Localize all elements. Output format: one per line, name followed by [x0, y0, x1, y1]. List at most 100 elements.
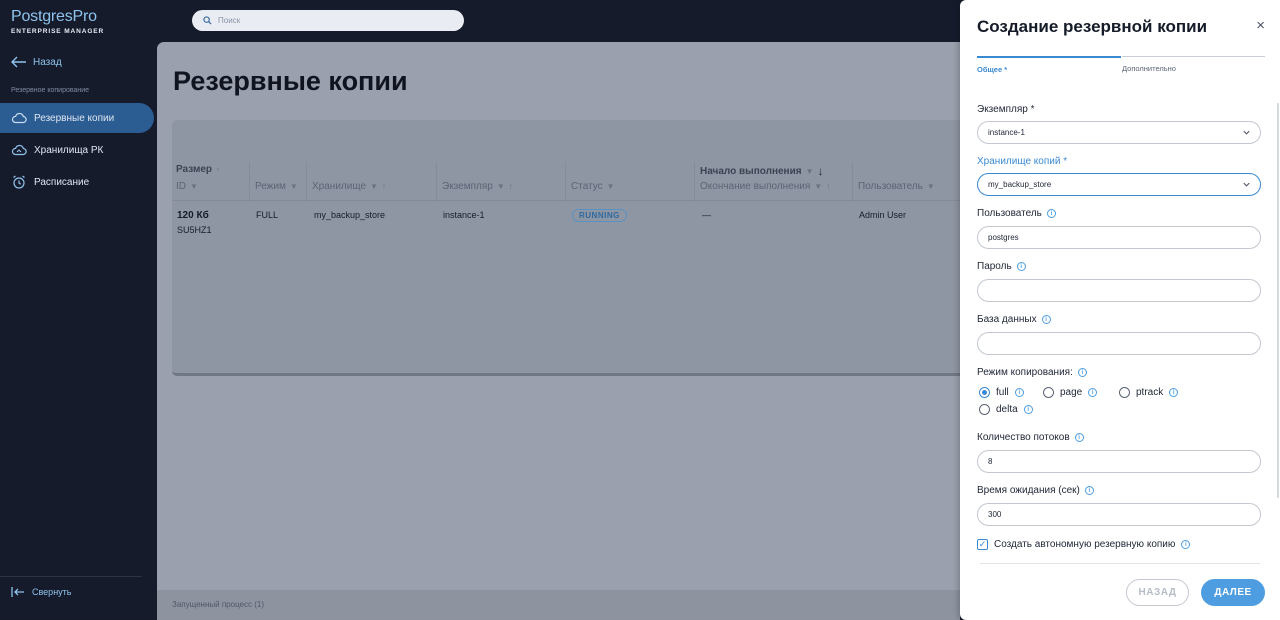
- info-icon[interactable]: i: [1084, 486, 1094, 495]
- sort-up-icon[interactable]: ↑: [826, 182, 830, 191]
- cell-end: —: [702, 210, 711, 220]
- column-divider: [436, 162, 437, 202]
- tab-advanced[interactable]: Дополнительно: [1122, 56, 1265, 74]
- radio-full[interactable]: full i: [979, 387, 1024, 398]
- running-process-bar[interactable]: Запущенный процесс (1): [157, 590, 960, 620]
- sidebar-item-backups[interactable]: Резервные копии: [0, 103, 154, 133]
- collapse-icon: [11, 587, 24, 597]
- user-field[interactable]: [977, 226, 1261, 249]
- column-header-instance[interactable]: Экземпляр ▼ ↑: [442, 181, 513, 192]
- cell-id: SU5HZ1: [177, 225, 212, 235]
- info-icon[interactable]: i: [1046, 209, 1056, 218]
- sidebar-item-schedule[interactable]: Расписание: [0, 167, 154, 197]
- column-divider: [694, 162, 695, 202]
- cloud-icon: [11, 112, 27, 124]
- cell-size: 120 Кб: [177, 210, 209, 221]
- tab-general[interactable]: Общее *: [977, 56, 1121, 74]
- search-input[interactable]: [218, 16, 448, 25]
- next-button[interactable]: ДАЛЕЕ: [1201, 579, 1265, 606]
- sidebar-item-label: Расписание: [34, 176, 90, 188]
- info-icon[interactable]: i: [1077, 368, 1087, 377]
- main-content: Резервные копии Размер ↑ ID ▼ Режим ▼ Храни…: [157, 42, 960, 620]
- database-field[interactable]: [977, 332, 1261, 355]
- password-input[interactable]: [988, 286, 1250, 295]
- column-header-storage[interactable]: Хранилище ▼ ↑: [312, 181, 386, 192]
- collapse-sidebar-button[interactable]: Свернуть: [0, 576, 142, 607]
- info-icon[interactable]: i: [1014, 388, 1024, 397]
- arrow-left-icon: [11, 56, 26, 68]
- radio-dot[interactable]: [1043, 387, 1054, 398]
- info-icon[interactable]: i: [1016, 262, 1026, 271]
- filter-icon[interactable]: ▼: [190, 182, 198, 191]
- close-icon[interactable]: ×: [1256, 17, 1265, 34]
- cell-storage: my_backup_store: [314, 210, 386, 220]
- storage-select[interactable]: my_backup_store: [977, 173, 1261, 196]
- filter-icon[interactable]: ▼: [927, 182, 935, 191]
- column-divider: [306, 162, 307, 202]
- column-header-user[interactable]: Пользователь ▼: [858, 181, 935, 192]
- column-header-start[interactable]: Начало выполнения ▼ ↓: [700, 164, 824, 178]
- back-link[interactable]: Назад: [11, 56, 62, 68]
- user-input[interactable]: [988, 233, 1250, 242]
- info-icon[interactable]: i: [1023, 405, 1033, 414]
- page-title: Резервные копии: [173, 66, 408, 96]
- filter-icon[interactable]: ▼: [497, 182, 505, 191]
- sort-down-icon[interactable]: ↓: [818, 164, 824, 178]
- panel-scrollbar[interactable]: [1277, 103, 1279, 498]
- filter-icon[interactable]: ▼: [814, 182, 822, 191]
- database-label: База данных i: [977, 314, 1051, 325]
- back-button[interactable]: НАЗАД: [1126, 579, 1189, 606]
- column-header-end[interactable]: Окончание выполнения ▼ ↑: [700, 181, 830, 192]
- instance-label: Экземпляр *: [977, 104, 1035, 115]
- radio-dot[interactable]: [979, 404, 990, 415]
- cell-user: Admin User: [859, 210, 907, 220]
- info-icon[interactable]: i: [1181, 540, 1191, 549]
- info-icon[interactable]: i: [1169, 388, 1179, 397]
- info-icon[interactable]: i: [1041, 315, 1051, 324]
- sidebar-item-label: Резервные копии: [34, 112, 115, 124]
- sidebar-item-label: Хранилища РК: [34, 144, 104, 156]
- column-header-id[interactable]: ID ▼: [176, 181, 198, 192]
- threads-field[interactable]: [977, 450, 1261, 473]
- radio-page[interactable]: page i: [1043, 387, 1098, 398]
- collapse-label: Свернуть: [32, 587, 72, 597]
- cell-mode: FULL: [256, 210, 279, 220]
- filter-icon[interactable]: ▼: [370, 182, 378, 191]
- sidebar-item-storages[interactable]: Хранилища РК: [0, 135, 154, 165]
- filter-icon[interactable]: ▼: [290, 182, 298, 191]
- radio-dot[interactable]: [979, 387, 990, 398]
- threads-input[interactable]: [988, 457, 1250, 466]
- sort-up-icon[interactable]: ↑: [216, 165, 220, 174]
- standalone-checkbox-row[interactable]: ✓ Создать автономную резервную копию i: [977, 539, 1191, 550]
- cell-instance: instance-1: [443, 210, 485, 220]
- sort-up-icon[interactable]: ↑: [509, 182, 513, 191]
- info-icon[interactable]: i: [1088, 388, 1098, 397]
- search-bar[interactable]: [192, 10, 464, 31]
- sidebar: PostgresPro ENTERPRISE MANAGER Назад Рез…: [0, 0, 157, 620]
- logo-name: PostgresPro: [11, 8, 97, 25]
- database-input[interactable]: [988, 339, 1250, 348]
- filter-icon[interactable]: ▼: [607, 182, 615, 191]
- column-header-status[interactable]: Статус ▼: [571, 181, 615, 192]
- radio-ptrack[interactable]: ptrack i: [1119, 387, 1179, 398]
- back-label: Назад: [33, 56, 62, 68]
- radio-dot[interactable]: [1119, 387, 1130, 398]
- user-label: Пользователь i: [977, 208, 1056, 219]
- panel-tabs: Общее * Дополнительно: [977, 56, 1265, 74]
- chevron-down-icon: [1243, 182, 1250, 187]
- status-badge: RUNNING: [572, 209, 627, 222]
- checkbox-checked-icon[interactable]: ✓: [977, 539, 988, 550]
- panel-title: Создание резервной копии: [977, 17, 1208, 36]
- column-divider: [249, 162, 250, 202]
- timeout-input[interactable]: [988, 510, 1250, 519]
- radio-delta[interactable]: delta i: [979, 404, 1033, 415]
- password-field[interactable]: [977, 279, 1261, 302]
- column-header-mode[interactable]: Режим ▼: [255, 181, 298, 192]
- info-icon[interactable]: i: [1074, 433, 1084, 442]
- threads-label: Количество потоков i: [977, 432, 1084, 443]
- instance-select[interactable]: instance-1: [977, 121, 1261, 144]
- column-header-size[interactable]: Размер ↑: [176, 164, 220, 175]
- sort-up-icon[interactable]: ↑: [382, 182, 386, 191]
- filter-icon[interactable]: ▼: [806, 167, 814, 176]
- timeout-field[interactable]: [977, 503, 1261, 526]
